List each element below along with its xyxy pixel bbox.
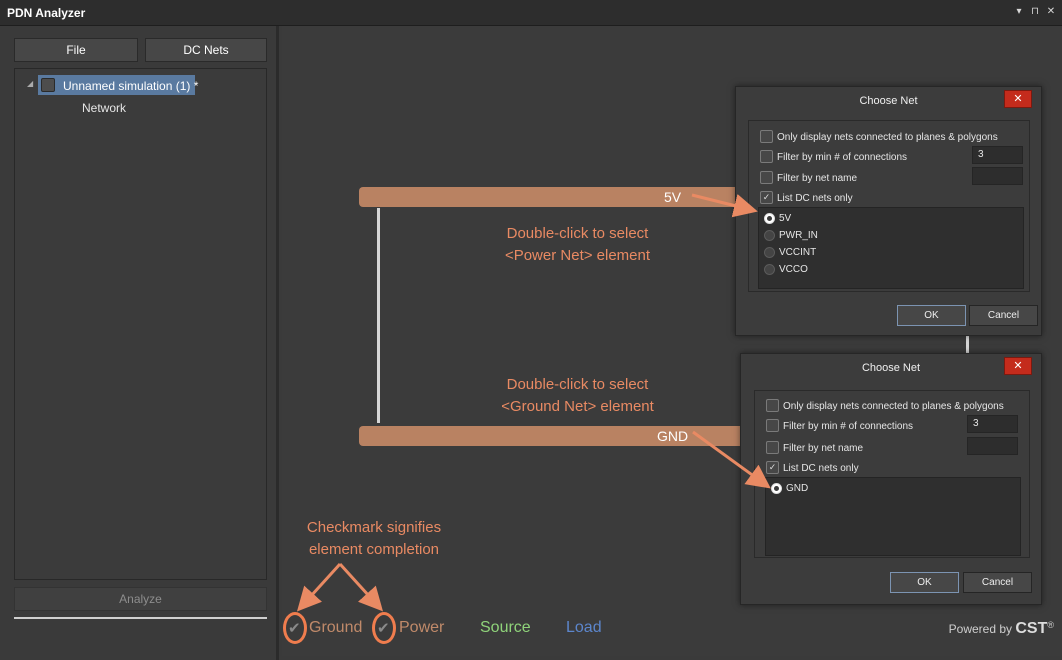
cancel-button[interactable]: Cancel: [969, 305, 1038, 326]
net-option-vcco[interactable]: VCCO: [779, 264, 808, 275]
planes-checkbox[interactable]: [766, 399, 779, 412]
tree-item-simulation-label: Unnamed simulation (1) *: [63, 79, 199, 93]
ok-button[interactable]: OK: [897, 305, 966, 326]
min-connections-label: Filter by min # of connections: [783, 421, 914, 432]
analyze-button[interactable]: Analyze: [14, 587, 267, 611]
min-connections-checkbox[interactable]: [760, 150, 773, 163]
tree-item-network[interactable]: Network: [82, 101, 126, 115]
min-connections-label: Filter by min # of connections: [777, 152, 908, 163]
min-connections-checkbox[interactable]: [766, 419, 779, 432]
left-panel: File DC Nets ◢ Unnamed simulation (1) * …: [0, 26, 279, 660]
min-connections-input[interactable]: 3: [972, 146, 1023, 164]
net-radio-vcco[interactable]: [764, 264, 775, 275]
ok-button[interactable]: OK: [890, 572, 959, 593]
expand-arrow-icon[interactable]: ◢: [27, 79, 33, 88]
simulation-tree: ◢ Unnamed simulation (1) * Network: [14, 68, 267, 580]
ground-checkmark-icon: ✔: [288, 620, 301, 637]
net-option-vccint[interactable]: VCCINT: [779, 247, 816, 258]
net-radio-gnd[interactable]: [771, 483, 782, 494]
dialog-close-button[interactable]: ✕: [1004, 90, 1032, 108]
planes-option-label: Only display nets connected to planes & …: [783, 401, 1004, 412]
min-connections-input[interactable]: 3: [967, 415, 1018, 433]
net-name-checkbox[interactable]: [766, 441, 779, 454]
net-option-pwr-in[interactable]: PWR_IN: [779, 230, 818, 241]
net-name-input[interactable]: [967, 437, 1018, 455]
powered-by: Powered by CST®: [949, 620, 1054, 638]
legend-source[interactable]: Source: [480, 619, 531, 637]
ground-hint-line2: <Ground Net> element: [501, 398, 654, 415]
net-name-label: Filter by net name: [783, 443, 864, 454]
dialog-options-panel: Only display nets connected to planes & …: [754, 390, 1030, 558]
power-hint: Double-click to select <Power Net> eleme…: [470, 223, 685, 267]
power-hint-line2: <Power Net> element: [504, 247, 651, 264]
dialog-title: Choose Net: [736, 87, 1041, 115]
window-title: PDN Analyzer: [7, 6, 86, 20]
choose-net-dialog-power: Choose Net ✕ Only display nets connected…: [735, 86, 1042, 336]
power-net-rail[interactable]: [359, 187, 759, 207]
ground-net-rail[interactable]: [359, 426, 759, 446]
dc-only-label: List DC nets only: [777, 193, 853, 204]
net-radio-vccint[interactable]: [764, 247, 775, 258]
cancel-button[interactable]: Cancel: [963, 572, 1032, 593]
net-name-checkbox[interactable]: [760, 171, 773, 184]
planes-option-label: Only display nets connected to planes & …: [777, 132, 998, 143]
net-name-label: Filter by net name: [777, 173, 858, 184]
close-icon[interactable]: ✕: [1045, 6, 1057, 17]
dc-nets-button[interactable]: DC Nets: [145, 38, 267, 62]
power-hint-line1: Double-click to select: [506, 225, 649, 242]
panel-menu-icon[interactable]: ▾: [1013, 6, 1025, 17]
power-checkmark-icon: ✔: [377, 620, 390, 637]
network-left-line: [377, 208, 380, 423]
net-radio-5v[interactable]: [764, 213, 775, 224]
planes-checkbox[interactable]: [760, 130, 773, 143]
checkmark-hint: Checkmark signifies element completion: [284, 517, 464, 561]
progress-bar: [14, 617, 267, 619]
net-name-input[interactable]: [972, 167, 1023, 185]
pin-icon[interactable]: ⊓: [1029, 6, 1041, 17]
choose-net-dialog-ground: Choose Net ✕ Only display nets connected…: [740, 353, 1042, 605]
dc-only-checkbox[interactable]: ✓: [760, 191, 773, 204]
net-option-5v[interactable]: 5V: [779, 213, 791, 224]
network-right-line: [966, 336, 969, 353]
dialog-title: Choose Net: [741, 354, 1041, 382]
file-button[interactable]: File: [14, 38, 138, 62]
ground-hint: Double-click to select <Ground Net> elem…: [470, 374, 685, 418]
dialog-options-panel: Only display nets connected to planes & …: [748, 120, 1030, 292]
ground-hint-line1: Double-click to select: [506, 376, 649, 393]
legend-ground[interactable]: Ground: [309, 619, 362, 637]
power-net-label: 5V: [664, 189, 682, 205]
simulation-checkbox[interactable]: [41, 78, 55, 92]
checkmark-hint-line2: element completion: [308, 541, 440, 558]
net-option-gnd[interactable]: GND: [786, 483, 808, 494]
registered-mark: ®: [1047, 620, 1054, 630]
legend-power[interactable]: Power: [399, 619, 444, 637]
dc-only-checkbox[interactable]: ✓: [766, 461, 779, 474]
dc-only-label: List DC nets only: [783, 463, 859, 474]
net-list: 5V PWR_IN VCCINT VCCO: [758, 207, 1024, 289]
window-title-bar: PDN Analyzer ▾ ⊓ ✕: [0, 0, 1062, 26]
net-list: GND: [765, 477, 1021, 556]
powered-by-prefix: Powered by: [948, 622, 1013, 636]
net-radio-pwr-in[interactable]: [764, 230, 775, 241]
ground-net-label: GND: [657, 428, 689, 444]
checkmark-hint-line1: Checkmark signifies: [306, 519, 442, 536]
cst-logo: CST: [1015, 620, 1048, 637]
dialog-close-button[interactable]: ✕: [1004, 357, 1032, 375]
legend-load[interactable]: Load: [566, 619, 602, 637]
